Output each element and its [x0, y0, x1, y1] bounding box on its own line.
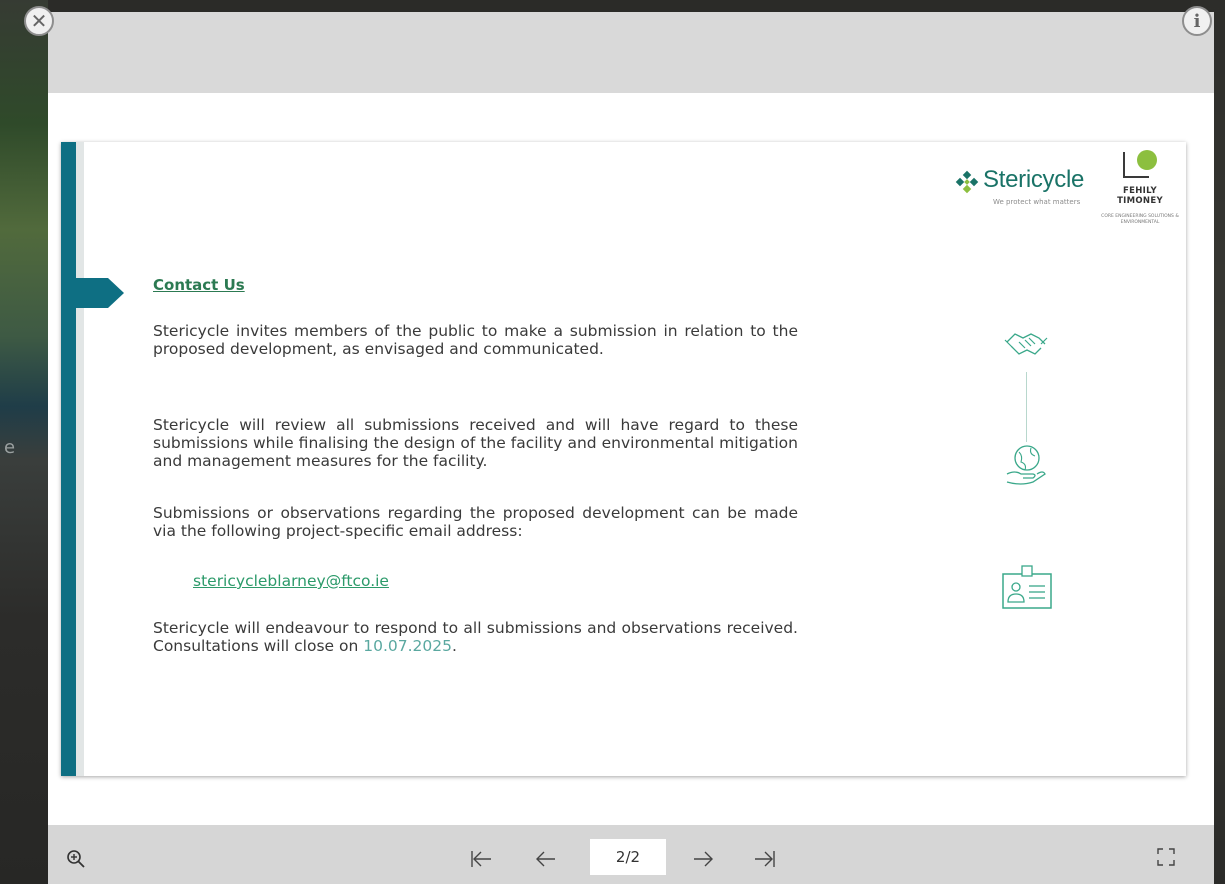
stericycle-logo: Stericycle We protect what matters — [953, 166, 1103, 210]
arrow-left-icon — [536, 851, 555, 867]
paragraph-closing: Stericycle will endeavour to respond to … — [153, 619, 798, 655]
icon-connector-line — [1026, 372, 1027, 442]
section-arrow-marker — [74, 278, 108, 308]
lightbox-footer: 2/2 — [48, 825, 1214, 884]
stericycle-wordmark: Stericycle — [983, 166, 1085, 193]
globe-hand-icon — [1006, 445, 1046, 485]
ft-logo-line-2: TIMONEY — [1117, 196, 1163, 206]
close-button[interactable]: ✕ — [24, 6, 54, 36]
ft-logo-wordmark: FEHILY TIMONEY — [1101, 186, 1179, 206]
paragraph-submission-method: Submissions or observations regarding th… — [153, 504, 798, 540]
lightbox-top-bar — [48, 12, 1214, 93]
page-indicator: 2/2 — [590, 839, 666, 875]
fehily-timoney-logo: FEHILY TIMONEY CORE ENGINEERING SOLUTION… — [1101, 148, 1179, 238]
ft-logo-line-1: FEHILY — [1123, 186, 1157, 196]
ft-logo-subtitle: CORE ENGINEERING SOLUTIONS & ENVIRONMENT… — [1101, 214, 1179, 225]
previous-page-button[interactable] — [535, 849, 557, 874]
last-page-button[interactable] — [754, 849, 776, 874]
paragraph-review: Stericycle will review all submissions r… — [153, 416, 798, 470]
info-icon: i — [1193, 10, 1201, 32]
id-card-icon — [1002, 565, 1052, 609]
stericycle-tagline: We protect what matters — [993, 198, 1081, 206]
first-page-icon — [471, 851, 491, 867]
closing-period: . — [451, 637, 457, 655]
stericycle-mark-icon — [955, 170, 979, 194]
next-page-button[interactable] — [692, 849, 714, 874]
fullscreen-button[interactable] — [1156, 847, 1176, 867]
handshake-icon — [1004, 333, 1048, 355]
background-peek-text: e — [4, 437, 16, 458]
ft-logo-bracket — [1123, 152, 1149, 178]
first-page-button[interactable] — [470, 849, 492, 874]
slide-accent-shadow — [76, 142, 84, 776]
fullscreen-icon — [1157, 848, 1175, 866]
slide-page: Stericycle We protect what matters FEHIL… — [61, 142, 1186, 776]
arrow-right-icon — [694, 851, 713, 867]
zoom-in-icon — [67, 850, 85, 868]
paragraph-invitation: Stericycle invites members of the public… — [153, 322, 798, 358]
contact-us-heading: Contact Us — [153, 276, 245, 294]
close-icon: ✕ — [30, 9, 48, 33]
closing-date: 10.07.2025 — [363, 637, 452, 655]
last-page-icon — [755, 851, 775, 867]
slide-accent-bar — [61, 142, 76, 776]
closing-text: Stericycle will endeavour to respond to … — [153, 619, 798, 655]
info-button[interactable]: i — [1182, 6, 1212, 36]
section-arrow-tip — [108, 278, 124, 308]
zoom-in-button[interactable] — [66, 849, 86, 874]
email-link[interactable]: stericycleblarney@ftco.ie — [193, 572, 389, 590]
